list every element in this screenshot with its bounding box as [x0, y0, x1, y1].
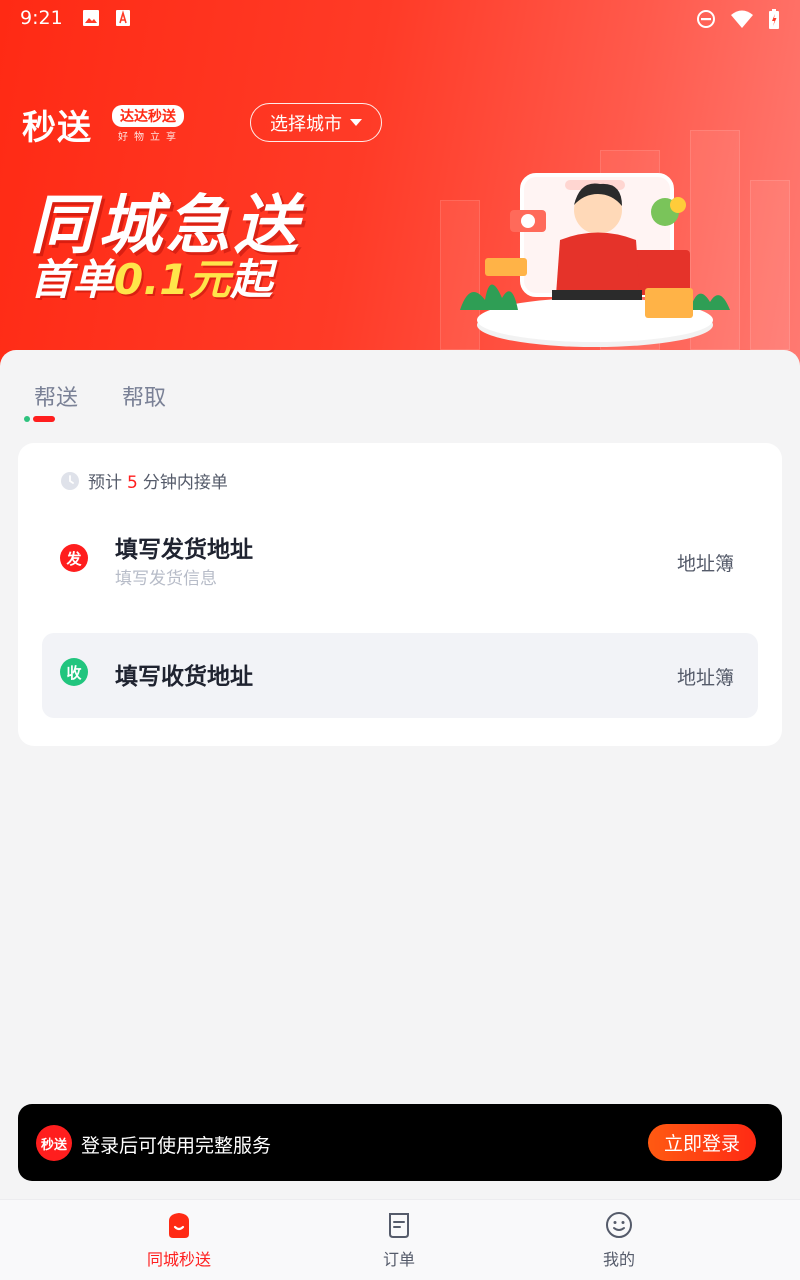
status-bar: 9:21: [0, 0, 800, 36]
login-message: 登录后可使用完整服务: [81, 1135, 272, 1157]
indicator-dot: [24, 416, 30, 422]
logo-badge: 达达秒送: [112, 105, 184, 127]
city-selector-label: 选择城市: [270, 113, 342, 135]
login-prompt-bar: 秒送 登录后可使用完整服务 立即登录: [18, 1104, 782, 1181]
bottom-navigation: 同城秒送 订单 我的: [0, 1199, 800, 1280]
receiver-address-row[interactable]: 收 填写收货地址 地址簿: [42, 633, 758, 718]
nav-item-home[interactable]: 同城秒送: [119, 1210, 239, 1270]
receiver-address-title: 填写收货地址: [115, 664, 253, 690]
eta-text: 预计 5 分钟内接单: [88, 468, 228, 493]
sender-address-subtitle: 填写发货信息: [115, 569, 217, 589]
image-icon: [83, 10, 99, 26]
tab-active-indicator: [24, 416, 55, 422]
battery-charging-icon: [769, 9, 779, 29]
status-time: 9:21: [20, 7, 63, 29]
sender-address-book-link[interactable]: 地址簿: [677, 549, 734, 576]
order-card: 预计 5 分钟内接单 发 填写发货地址 填写发货信息 地址簿 收 填写收货地址 地址…: [18, 443, 782, 746]
tab-help-send[interactable]: 帮送: [34, 380, 78, 412]
sender-address-row[interactable]: 发 填写发货地址 填写发货信息 地址簿: [42, 523, 758, 603]
nav-item-mine[interactable]: 我的: [559, 1210, 679, 1270]
login-now-button[interactable]: 立即登录: [648, 1124, 756, 1161]
logo-main-text: 秒送: [22, 108, 92, 148]
eta-prefix: 预计: [88, 473, 122, 493]
banner-subtitle: 首单0.1元起: [30, 246, 272, 307]
eta-minutes: 5: [127, 473, 138, 493]
receive-badge: 收: [60, 658, 88, 686]
nav-label-orders: 订单: [382, 1250, 415, 1269]
do-not-disturb-icon: [697, 10, 715, 28]
eta-suffix: 分钟内接单: [142, 473, 228, 493]
logo-slogan: 好物立享: [118, 132, 182, 143]
order-list-icon: [389, 1213, 409, 1238]
city-selector-button[interactable]: 选择城市: [250, 103, 382, 142]
login-brand-logo: 秒送: [36, 1125, 72, 1161]
receiver-address-book-link[interactable]: 地址簿: [677, 663, 734, 690]
app-notification-icon: [116, 10, 130, 26]
tab-help-pickup[interactable]: 帮取: [122, 380, 166, 412]
clock-icon: [61, 471, 79, 490]
building-decor: [750, 180, 790, 350]
nav-label-mine: 我的: [602, 1250, 635, 1269]
sender-address-title: 填写发货地址: [115, 537, 253, 563]
send-badge: 发: [60, 544, 88, 572]
indicator-bar: [33, 416, 55, 422]
service-tabs: 帮送 帮取: [34, 380, 166, 412]
wifi-icon: [731, 10, 753, 28]
home-bag-icon: [169, 1213, 189, 1238]
banner-price-highlight: 0.1元: [114, 255, 231, 304]
nav-label-home: 同城秒送: [146, 1250, 211, 1269]
nav-item-orders[interactable]: 订单: [339, 1210, 459, 1270]
smiley-profile-icon: [606, 1212, 632, 1238]
courier-illustration: [460, 173, 730, 347]
caret-down-icon: [350, 119, 362, 126]
banner-subtitle-suffix: 起: [230, 255, 273, 304]
banner-subtitle-prefix: 首单: [30, 255, 115, 304]
brand-logo: 秒送 达达秒送 好物立享: [22, 100, 202, 148]
eta-info: 预计 5 分钟内接单: [60, 468, 228, 493]
